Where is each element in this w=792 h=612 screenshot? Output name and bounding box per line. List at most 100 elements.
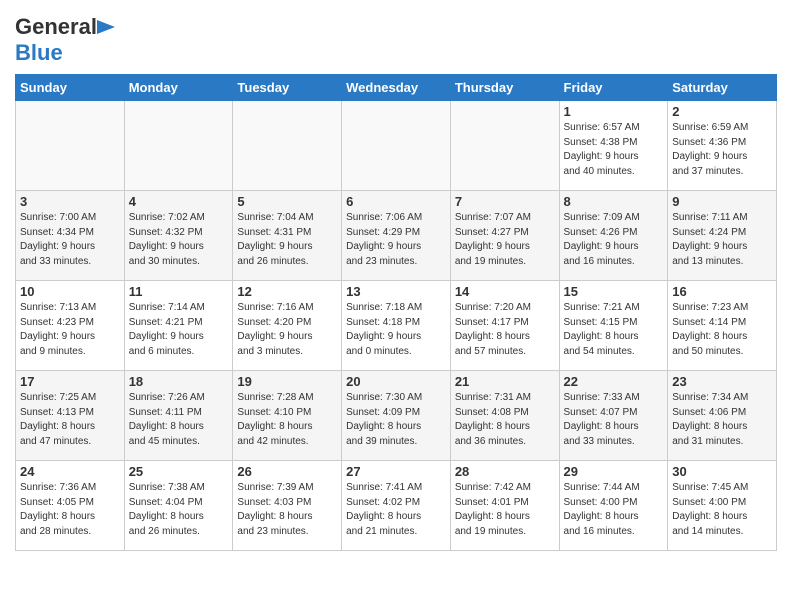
day-number: 21 (455, 374, 555, 389)
calendar-week-row: 10 Sunrise: 7:13 AM Sunset: 4:23 PM Dayli… (16, 281, 777, 371)
logo: General Blue (15, 10, 115, 66)
calendar-header-row: SundayMondayTuesdayWednesdayThursdayFrid… (16, 75, 777, 101)
calendar-cell: 26 Sunrise: 7:39 AM Sunset: 4:03 PM Dayli… (233, 461, 342, 551)
day-number: 25 (129, 464, 229, 479)
page-header: General Blue (15, 10, 777, 66)
calendar-cell: 1 Sunrise: 6:57 AM Sunset: 4:38 PM Daylig… (559, 101, 668, 191)
day-number: 28 (455, 464, 555, 479)
calendar-week-row: 3 Sunrise: 7:00 AM Sunset: 4:34 PM Daylig… (16, 191, 777, 281)
day-number: 26 (237, 464, 337, 479)
day-info: Sunrise: 7:21 AM Sunset: 4:15 PM Dayligh… (564, 301, 664, 359)
day-info: Sunrise: 7:28 AM Sunset: 4:10 PM Dayligh… (237, 391, 337, 449)
day-info: Sunrise: 7:36 AM Sunset: 4:05 PM Dayligh… (20, 481, 120, 539)
day-number: 7 (455, 194, 555, 209)
day-info: Sunrise: 7:20 AM Sunset: 4:17 PM Dayligh… (455, 301, 555, 359)
calendar-cell: 20 Sunrise: 7:30 AM Sunset: 4:09 PM Dayli… (342, 371, 451, 461)
day-number: 3 (20, 194, 120, 209)
calendar-cell: 25 Sunrise: 7:38 AM Sunset: 4:04 PM Dayli… (124, 461, 233, 551)
calendar-cell: 8 Sunrise: 7:09 AM Sunset: 4:26 PM Daylig… (559, 191, 668, 281)
day-info: Sunrise: 7:34 AM Sunset: 4:06 PM Dayligh… (672, 391, 772, 449)
day-number: 6 (346, 194, 446, 209)
day-info: Sunrise: 7:04 AM Sunset: 4:31 PM Dayligh… (237, 211, 337, 269)
day-info: Sunrise: 7:38 AM Sunset: 4:04 PM Dayligh… (129, 481, 229, 539)
calendar-cell: 6Sunrise: 7:06 AM Sunset: 4:29 PM Daylig… (342, 191, 451, 281)
calendar-cell (233, 101, 342, 191)
calendar-cell: 11 Sunrise: 7:14 AM Sunset: 4:21 PM Dayli… (124, 281, 233, 371)
day-info: Sunrise: 7:13 AM Sunset: 4:23 PM Dayligh… (20, 301, 120, 359)
day-info: Sunrise: 7:42 AM Sunset: 4:01 PM Dayligh… (455, 481, 555, 539)
day-info: Sunrise: 7:23 AM Sunset: 4:14 PM Dayligh… (672, 301, 772, 359)
calendar-cell: 23 Sunrise: 7:34 AM Sunset: 4:06 PM Dayli… (668, 371, 777, 461)
logo-blue-text: Blue (15, 40, 63, 66)
day-number: 2 (672, 104, 772, 119)
day-number: 27 (346, 464, 446, 479)
day-number: 5 (237, 194, 337, 209)
calendar-cell: 13Sunrise: 7:18 AM Sunset: 4:18 PM Dayli… (342, 281, 451, 371)
day-number: 1 (564, 104, 664, 119)
calendar-cell: 4Sunrise: 7:02 AM Sunset: 4:32 PM Daylig… (124, 191, 233, 281)
day-number: 16 (672, 284, 772, 299)
day-number: 9 (672, 194, 772, 209)
day-number: 10 (20, 284, 120, 299)
day-number: 30 (672, 464, 772, 479)
day-info: Sunrise: 7:26 AM Sunset: 4:11 PM Dayligh… (129, 391, 229, 449)
calendar-cell: 12Sunrise: 7:16 AM Sunset: 4:20 PM Dayli… (233, 281, 342, 371)
day-number: 17 (20, 374, 120, 389)
calendar-day-header: Friday (559, 75, 668, 101)
calendar-cell: 18 Sunrise: 7:26 AM Sunset: 4:11 PM Dayli… (124, 371, 233, 461)
calendar-cell: 19 Sunrise: 7:28 AM Sunset: 4:10 PM Dayli… (233, 371, 342, 461)
day-info: Sunrise: 7:07 AM Sunset: 4:27 PM Dayligh… (455, 211, 555, 269)
day-info: Sunrise: 6:59 AM Sunset: 4:36 PM Dayligh… (672, 121, 772, 179)
calendar-cell: 9 Sunrise: 7:11 AM Sunset: 4:24 PM Daylig… (668, 191, 777, 281)
calendar-cell: 17 Sunrise: 7:25 AM Sunset: 4:13 PM Dayli… (16, 371, 125, 461)
logo-general-text: General (15, 14, 97, 40)
day-number: 22 (564, 374, 664, 389)
day-number: 20 (346, 374, 446, 389)
day-number: 15 (564, 284, 664, 299)
calendar-week-row: 1 Sunrise: 6:57 AM Sunset: 4:38 PM Daylig… (16, 101, 777, 191)
day-info: Sunrise: 7:25 AM Sunset: 4:13 PM Dayligh… (20, 391, 120, 449)
day-info: Sunrise: 6:57 AM Sunset: 4:38 PM Dayligh… (564, 121, 664, 179)
calendar-cell: 15 Sunrise: 7:21 AM Sunset: 4:15 PM Dayli… (559, 281, 668, 371)
calendar-cell: 5 Sunrise: 7:04 AM Sunset: 4:31 PM Daylig… (233, 191, 342, 281)
calendar-cell (450, 101, 559, 191)
calendar-cell: 10 Sunrise: 7:13 AM Sunset: 4:23 PM Dayli… (16, 281, 125, 371)
calendar-cell: 24 Sunrise: 7:36 AM Sunset: 4:05 PM Dayli… (16, 461, 125, 551)
calendar-cell: 27Sunrise: 7:41 AM Sunset: 4:02 PM Dayli… (342, 461, 451, 551)
day-info: Sunrise: 7:09 AM Sunset: 4:26 PM Dayligh… (564, 211, 664, 269)
day-info: Sunrise: 7:33 AM Sunset: 4:07 PM Dayligh… (564, 391, 664, 449)
calendar-cell: 22 Sunrise: 7:33 AM Sunset: 4:07 PM Dayli… (559, 371, 668, 461)
calendar-day-header: Tuesday (233, 75, 342, 101)
calendar-body: 1 Sunrise: 6:57 AM Sunset: 4:38 PM Daylig… (16, 101, 777, 551)
day-number: 14 (455, 284, 555, 299)
calendar-table: SundayMondayTuesdayWednesdayThursdayFrid… (15, 74, 777, 551)
day-info: Sunrise: 7:44 AM Sunset: 4:00 PM Dayligh… (564, 481, 664, 539)
day-number: 8 (564, 194, 664, 209)
calendar-day-header: Monday (124, 75, 233, 101)
day-number: 23 (672, 374, 772, 389)
calendar-day-header: Saturday (668, 75, 777, 101)
day-info: Sunrise: 7:30 AM Sunset: 4:09 PM Dayligh… (346, 391, 446, 449)
day-number: 12 (237, 284, 337, 299)
day-info: Sunrise: 7:00 AM Sunset: 4:34 PM Dayligh… (20, 211, 120, 269)
calendar-cell (342, 101, 451, 191)
day-info: Sunrise: 7:11 AM Sunset: 4:24 PM Dayligh… (672, 211, 772, 269)
calendar-cell: 21Sunrise: 7:31 AM Sunset: 4:08 PM Dayli… (450, 371, 559, 461)
day-number: 19 (237, 374, 337, 389)
calendar-week-row: 24 Sunrise: 7:36 AM Sunset: 4:05 PM Dayli… (16, 461, 777, 551)
day-number: 24 (20, 464, 120, 479)
calendar-cell: 3 Sunrise: 7:00 AM Sunset: 4:34 PM Daylig… (16, 191, 125, 281)
day-info: Sunrise: 7:14 AM Sunset: 4:21 PM Dayligh… (129, 301, 229, 359)
calendar-day-header: Wednesday (342, 75, 451, 101)
calendar-day-header: Sunday (16, 75, 125, 101)
logo-arrow-icon (97, 20, 115, 34)
day-info: Sunrise: 7:02 AM Sunset: 4:32 PM Dayligh… (129, 211, 229, 269)
calendar-cell: 29 Sunrise: 7:44 AM Sunset: 4:00 PM Dayli… (559, 461, 668, 551)
day-number: 11 (129, 284, 229, 299)
day-number: 13 (346, 284, 446, 299)
day-info: Sunrise: 7:39 AM Sunset: 4:03 PM Dayligh… (237, 481, 337, 539)
day-number: 29 (564, 464, 664, 479)
day-number: 18 (129, 374, 229, 389)
calendar-cell: 7 Sunrise: 7:07 AM Sunset: 4:27 PM Daylig… (450, 191, 559, 281)
calendar-cell: 28 Sunrise: 7:42 AM Sunset: 4:01 PM Dayli… (450, 461, 559, 551)
